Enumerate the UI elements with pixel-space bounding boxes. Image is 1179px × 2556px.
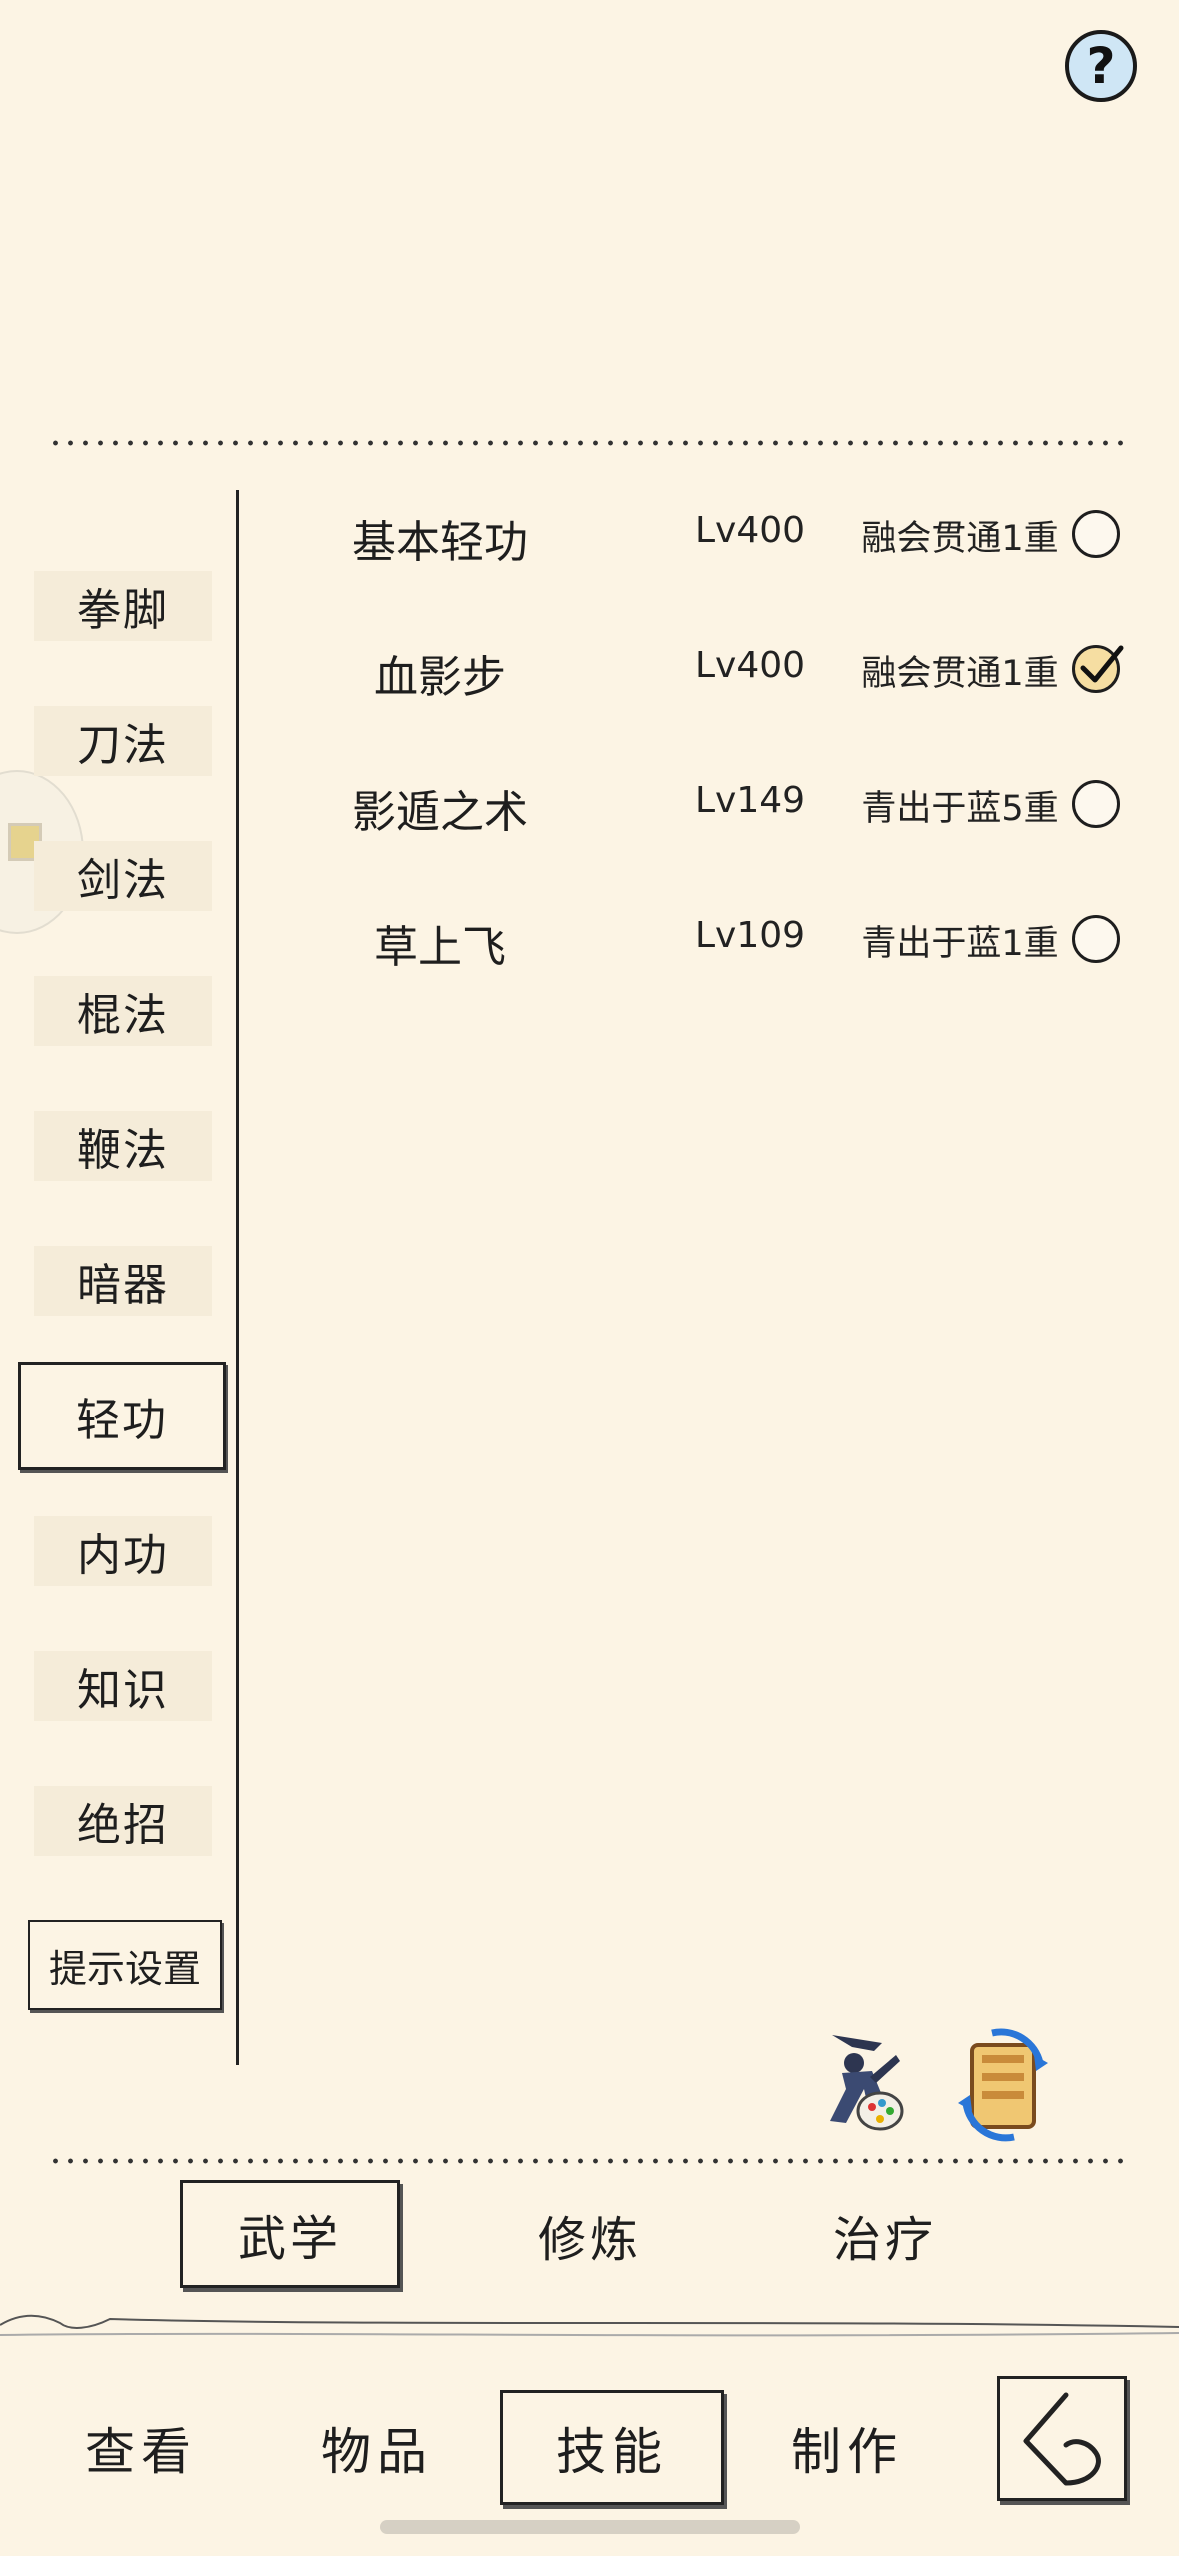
skill-name: 基本轻功 xyxy=(352,517,528,568)
skill-name: 影遁之术 xyxy=(352,787,528,838)
nav-view[interactable]: 查看 xyxy=(36,2390,246,2505)
skill-name: 草上飞 xyxy=(374,922,506,973)
category-lightness-skill[interactable]: 轻功 xyxy=(18,1362,226,1470)
scroll-swap-icon[interactable] xyxy=(958,2028,1048,2142)
question-circle-icon: ? xyxy=(1086,37,1116,95)
skill-row[interactable]: 血影步 Lv400 融会贯通1重 xyxy=(300,617,1140,727)
skill-row[interactable]: 影遁之术 Lv149 青出于蓝5重 xyxy=(300,752,1140,862)
tab-label: 治疗 xyxy=(832,2212,937,2268)
nav-label: 制作 xyxy=(791,2422,903,2481)
skill-select-radio[interactable] xyxy=(1072,915,1120,963)
nav-label: 查看 xyxy=(85,2422,197,2481)
tab-label: 修炼 xyxy=(537,2212,642,2268)
nav-skills[interactable]: 技能 xyxy=(500,2390,724,2505)
tab-cultivation[interactable]: 修炼 xyxy=(480,2180,700,2290)
skill-select-radio[interactable] xyxy=(1072,645,1124,693)
category-blade[interactable]: 刀法 xyxy=(20,688,226,794)
category-hidden-weapon[interactable]: 暗器 xyxy=(20,1228,226,1334)
tool-icons xyxy=(812,2025,1072,2145)
tab-healing[interactable]: 治疗 xyxy=(775,2180,995,2290)
nav-label: 物品 xyxy=(321,2422,433,2481)
back-arrow-icon xyxy=(1023,2392,1101,2486)
category-fist[interactable]: 拳脚 xyxy=(20,553,226,659)
category-label: 内功 xyxy=(77,1530,169,1581)
category-knowledge[interactable]: 知识 xyxy=(20,1633,226,1739)
hint-settings-label: 提示设置 xyxy=(48,1946,201,1991)
category-label: 拳脚 xyxy=(77,585,169,636)
category-label: 剑法 xyxy=(77,855,169,906)
nav-crafting[interactable]: 制作 xyxy=(742,2390,952,2505)
skill-name: 血影步 xyxy=(374,652,506,703)
nav-label: 技能 xyxy=(556,2422,668,2481)
category-inner-skill[interactable]: 内功 xyxy=(20,1498,226,1604)
category-label: 绝招 xyxy=(77,1800,169,1851)
nav-items[interactable]: 物品 xyxy=(272,2390,482,2505)
category-divider xyxy=(236,490,239,2065)
home-indicator xyxy=(380,2520,800,2534)
category-label: 鞭法 xyxy=(77,1125,169,1176)
category-ultimate[interactable]: 绝招 xyxy=(20,1768,226,1874)
top-divider xyxy=(48,440,1133,446)
skill-row[interactable]: 基本轻功 Lv400 融会贯通1重 xyxy=(300,482,1140,592)
category-staff[interactable]: 棍法 xyxy=(20,958,226,1064)
bottom-divider xyxy=(48,2158,1133,2164)
checkmark-icon xyxy=(1080,645,1124,683)
skill-row[interactable]: 草上飞 Lv109 青出于蓝1重 xyxy=(300,887,1140,997)
cloud-decoration xyxy=(0,2314,1179,2337)
skill-select-radio[interactable] xyxy=(1072,510,1120,558)
category-sword[interactable]: 剑法 xyxy=(20,823,226,929)
category-label: 刀法 xyxy=(77,720,169,771)
tab-martial-arts[interactable]: 武学 xyxy=(180,2180,400,2288)
category-label: 棍法 xyxy=(77,990,169,1041)
back-button[interactable] xyxy=(997,2376,1127,2501)
category-whip[interactable]: 鞭法 xyxy=(20,1093,226,1199)
tab-label: 武学 xyxy=(237,2211,342,2267)
category-label: 轻功 xyxy=(76,1395,168,1446)
help-button[interactable]: ? xyxy=(1065,30,1137,102)
martial-artist-palette-icon[interactable] xyxy=(830,2035,904,2131)
category-label: 知识 xyxy=(77,1665,169,1716)
skill-select-radio[interactable] xyxy=(1072,780,1120,828)
hint-settings-button[interactable]: 提示设置 xyxy=(28,1920,222,2010)
category-label: 暗器 xyxy=(77,1260,169,1311)
